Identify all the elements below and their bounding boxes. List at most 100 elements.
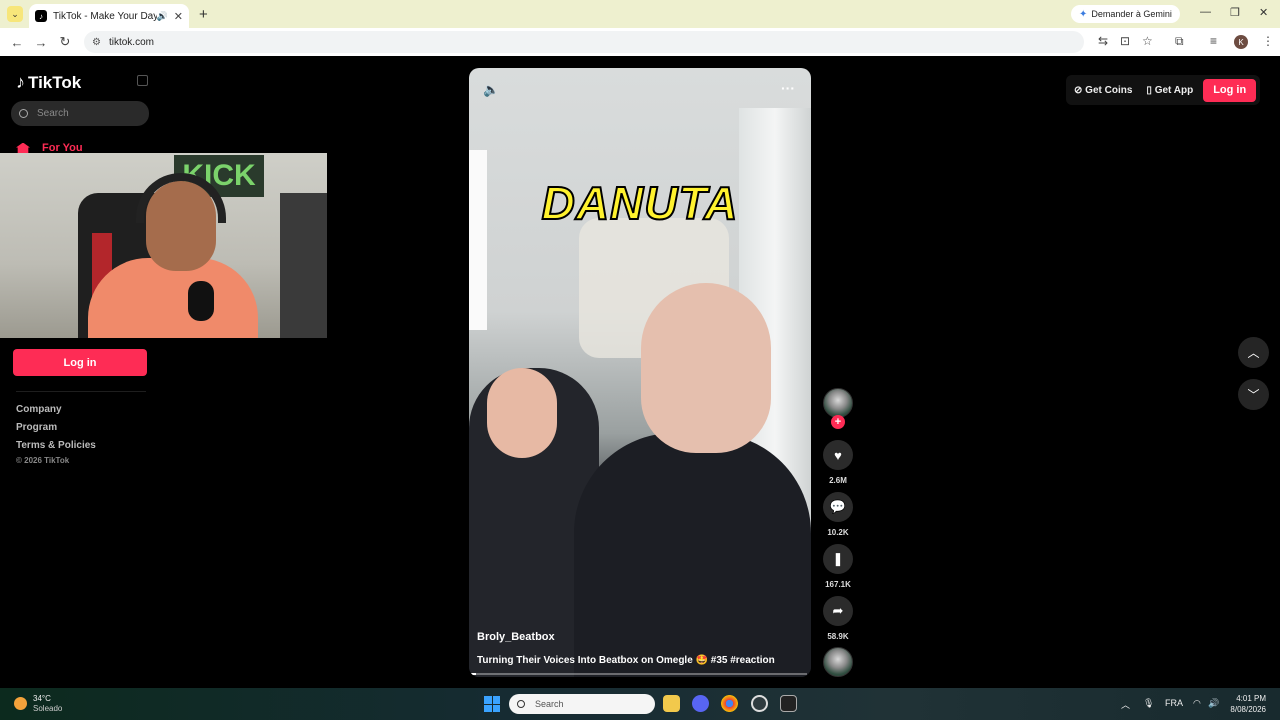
media-controls-icon[interactable]: ≡ — [1210, 34, 1217, 48]
obs-icon[interactable] — [751, 695, 768, 712]
browser-menu-icon[interactable]: ⋮ — [1262, 34, 1274, 48]
video-player[interactable]: DANUTA 🔈 ··· Broly_Beatbox Turning Their… — [469, 68, 811, 677]
profile-avatar[interactable]: K — [1234, 35, 1248, 49]
sun-icon[interactable] — [14, 697, 27, 710]
windows-taskbar: 34°C Soleado Search ︿ 🎙 FRA ◠ 🔊 4:01 PM … — [0, 688, 1280, 720]
webcam-overlay: KICK — [0, 153, 327, 338]
microphone — [188, 281, 214, 321]
new-tab-icon[interactable]: + — [199, 6, 208, 23]
windows-start-icon[interactable] — [484, 696, 500, 712]
comment-button[interactable]: 💬 — [823, 492, 853, 522]
gemini-label: Demander à Gemini — [1091, 9, 1172, 19]
share-button[interactable]: ➦ — [823, 596, 853, 626]
next-video-icon[interactable]: ﹀ — [1238, 379, 1269, 410]
tiktok-logo[interactable]: ♪ TikTok — [16, 72, 81, 93]
wifi-icon[interactable]: ◠ — [1193, 698, 1201, 709]
tiktok-page: ♪ TikTok Search For You KICK Log in Comp… — [0, 58, 1280, 688]
file-explorer-icon[interactable] — [663, 695, 680, 712]
pc-case — [280, 193, 327, 338]
speaker-icon[interactable]: 🔊 — [1208, 698, 1219, 709]
footer-link-company[interactable]: Company — [16, 404, 62, 415]
extensions-icon[interactable]: ⧉ — [1175, 34, 1184, 49]
restore-icon[interactable]: ❐ — [1230, 6, 1240, 19]
video-progress-bar[interactable] — [469, 673, 807, 675]
follow-plus-icon[interactable]: + — [831, 415, 845, 429]
weather-condition[interactable]: Soleado — [33, 704, 62, 713]
footer-link-program[interactable]: Program — [16, 422, 57, 433]
tab-close-icon[interactable]: ✕ — [174, 10, 183, 23]
get-app-label: Get App — [1154, 84, 1194, 96]
reload-icon[interactable]: ↻ — [58, 34, 72, 50]
search-placeholder: Search — [37, 108, 69, 119]
music-disc-avatar[interactable] — [823, 647, 853, 677]
weather-temperature[interactable]: 34°C — [33, 694, 51, 703]
copyright: © 2026 TikTok — [16, 456, 70, 465]
taskbar-search-placeholder: Search — [535, 699, 564, 709]
sidebar-divider — [16, 391, 146, 392]
footer-link-terms[interactable]: Terms & Policies — [16, 440, 96, 451]
video-description: Turning Their Voices Into Beatbox on Ome… — [477, 655, 775, 666]
bookmark-star-icon[interactable]: ☆ — [1142, 34, 1153, 48]
comment-count: 10.2K — [827, 528, 849, 537]
terminal-app-icon[interactable] — [780, 695, 797, 712]
save-button[interactable]: ❚ — [823, 544, 853, 574]
language-indicator[interactable]: FRA — [1165, 698, 1183, 708]
more-options-icon[interactable]: ··· — [781, 80, 795, 96]
taskbar-clock[interactable]: 4:01 PM 8/08/2026 — [1226, 693, 1266, 715]
search-input[interactable]: Search — [11, 101, 149, 126]
collapse-sidebar-icon[interactable] — [137, 75, 148, 86]
gemini-button[interactable]: ✦ Demander à Gemini — [1071, 5, 1180, 23]
translate-icon[interactable]: ⇆ — [1098, 34, 1108, 48]
logo-text: TikTok — [28, 72, 82, 92]
header-login-button[interactable]: Log in — [1203, 78, 1257, 102]
microphone-tray-icon[interactable]: 🎙 — [1143, 698, 1154, 709]
tiktok-favicon-icon: ♪ — [35, 10, 47, 22]
clock-time: 4:01 PM — [1236, 694, 1266, 703]
tab-title: TikTok - Make Your Day — [53, 10, 157, 22]
tray-overflow-icon[interactable]: ︿ — [1121, 698, 1130, 711]
discord-icon[interactable] — [692, 695, 709, 712]
header-actions: ⊘ Get Coins ▯ Get App Log in — [1066, 75, 1261, 105]
volume-icon[interactable]: 🔈 — [483, 82, 499, 98]
video-author[interactable]: Broly_Beatbox — [477, 631, 555, 643]
like-button[interactable]: ♥ — [823, 440, 853, 470]
clock-date: 8/08/2026 — [1230, 705, 1266, 714]
heart-icon: ♥ — [834, 447, 842, 463]
video-progress-fill — [469, 673, 476, 675]
close-window-icon[interactable]: ✕ — [1259, 6, 1268, 19]
url-field[interactable]: ⚙ tiktok.com — [84, 31, 1084, 53]
browser-tab-tiktok[interactable]: ♪ TikTok - Make Your Day 🔊 ✕ — [29, 4, 189, 28]
url-text: tiktok.com — [108, 36, 154, 48]
taskbar-search-icon — [517, 700, 525, 708]
site-info-icon[interactable]: ⚙ — [92, 37, 101, 48]
get-coins-label: Get Coins — [1085, 84, 1133, 96]
creator-avatar[interactable] — [823, 388, 853, 418]
video-person-right — [574, 433, 811, 677]
sidebar-login-button[interactable]: Log in — [13, 349, 147, 376]
bookmark-icon: ❚ — [832, 551, 844, 566]
taskbar-search-input[interactable]: Search — [509, 694, 655, 714]
home-icon — [16, 142, 30, 154]
tiktok-note-icon: ♪ — [16, 72, 25, 92]
share-count: 58.9K — [827, 632, 849, 641]
tab-search-dropdown-icon[interactable]: ⌄ — [7, 6, 23, 22]
get-coins-link[interactable]: ⊘ Get Coins — [1070, 85, 1136, 96]
tab-audio-icon[interactable]: 🔊 — [157, 11, 168, 22]
chrome-icon[interactable] — [721, 695, 738, 712]
share-arrow-icon: ➦ — [832, 603, 844, 618]
forward-icon[interactable]: → — [34, 35, 48, 50]
save-count: 167.1K — [825, 580, 851, 589]
back-icon[interactable]: ← — [10, 35, 24, 50]
video-overlay-caption: DANUTA — [541, 176, 739, 230]
install-app-icon[interactable]: ⊡ — [1120, 34, 1130, 48]
minimize-icon[interactable]: — — [1200, 6, 1211, 18]
address-bar-row: ← → ↻ ⚙ tiktok.com — [0, 28, 1280, 56]
previous-video-icon[interactable]: ︿ — [1238, 337, 1269, 368]
comment-icon: 💬 — [829, 499, 847, 514]
search-icon — [19, 109, 28, 118]
get-app-link[interactable]: ▯ Get App — [1142, 85, 1197, 96]
gemini-icon: ✦ — [1079, 8, 1088, 20]
video-person-right-face — [641, 283, 771, 453]
video-person-left-face — [487, 368, 557, 458]
like-count: 2.6M — [829, 476, 847, 485]
